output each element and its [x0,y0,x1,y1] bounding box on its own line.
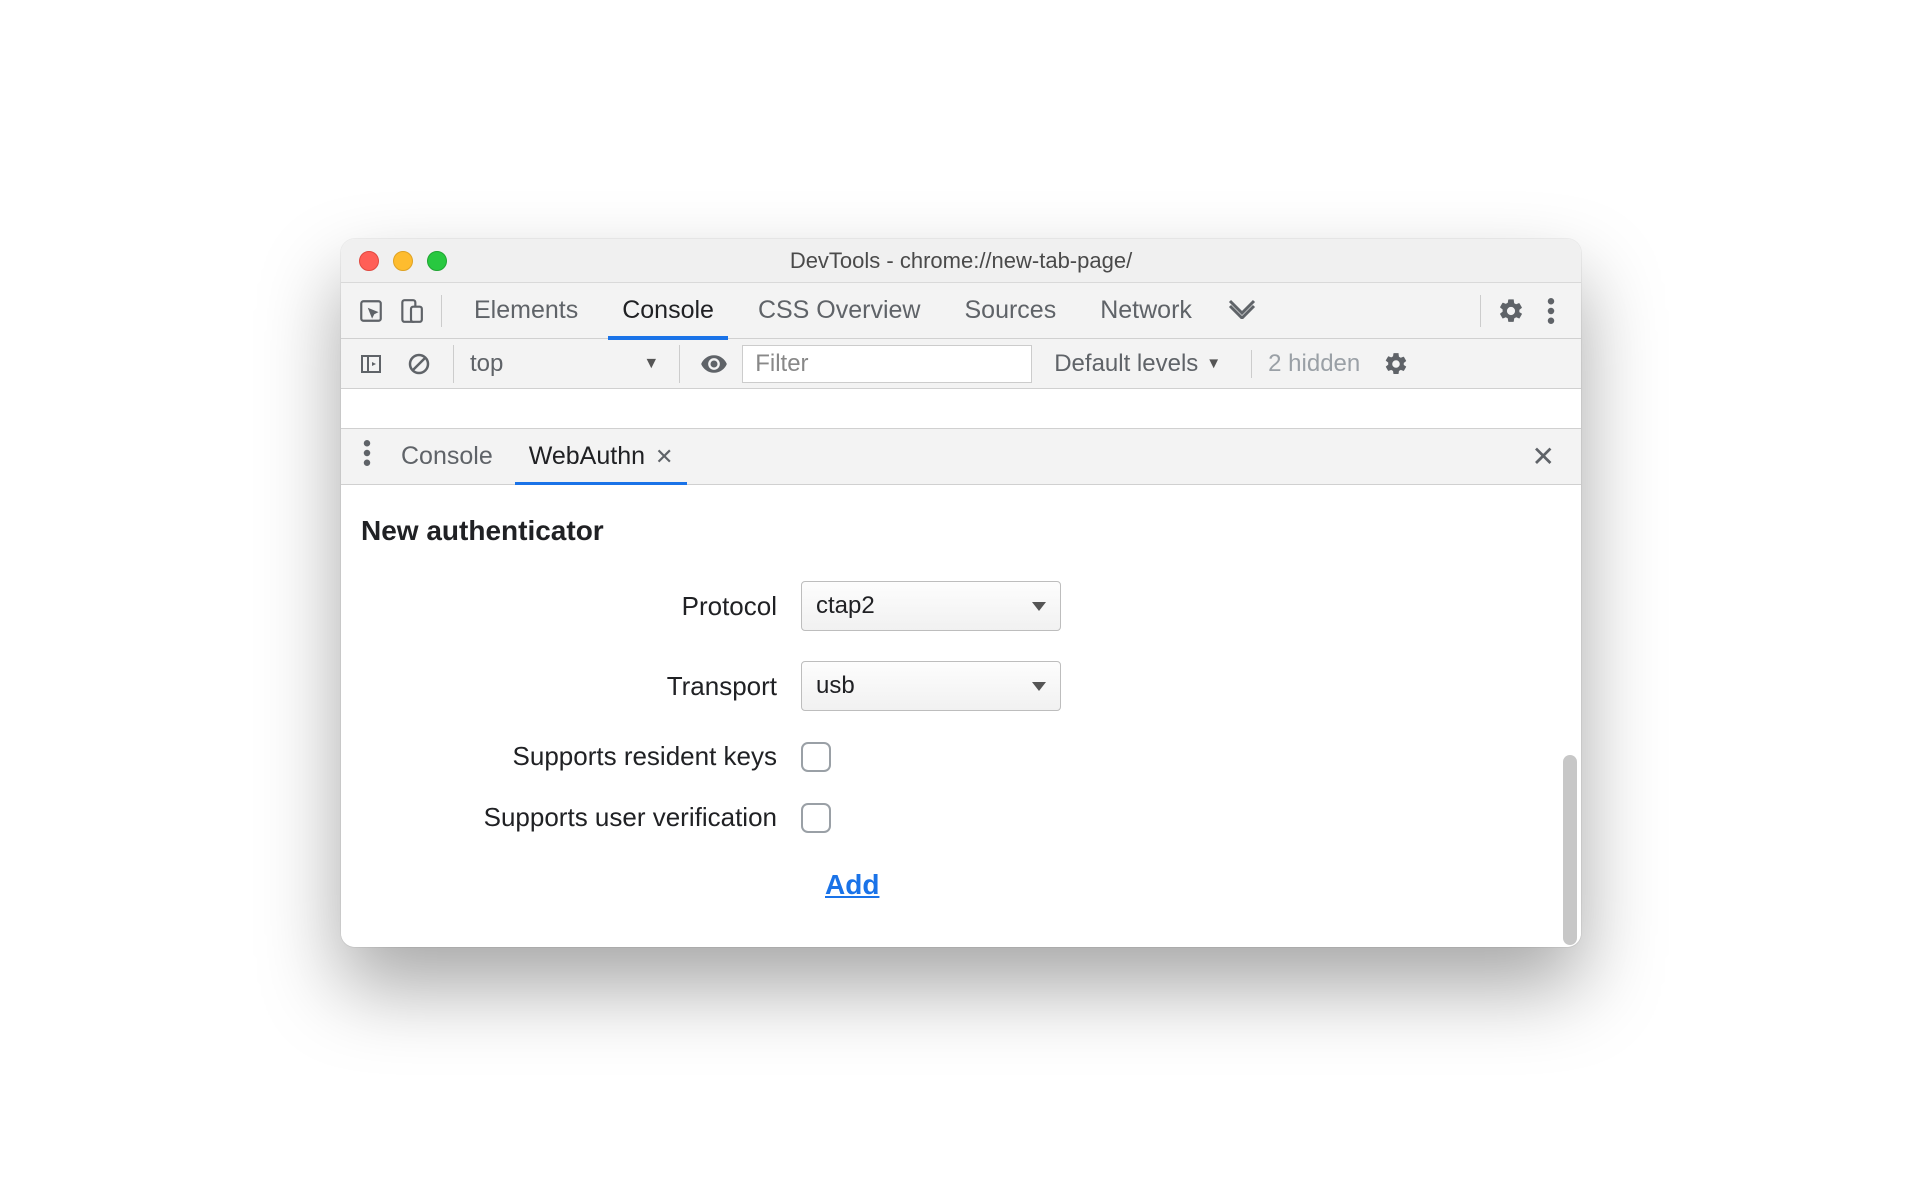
chevron-down-icon [1032,682,1046,691]
add-button[interactable]: Add [821,863,883,907]
panel-heading: New authenticator [361,515,1581,547]
log-levels-selector[interactable]: Default levels ▼ [1040,350,1235,378]
customize-menu-icon[interactable] [1531,291,1571,331]
live-expression-icon[interactable] [694,344,734,384]
window-controls [341,251,447,271]
main-tabs: Elements Console CSS Overview Sources Ne… [452,283,1214,339]
user-verification-checkbox[interactable] [801,803,831,833]
tab-sources[interactable]: Sources [943,283,1079,339]
tab-console[interactable]: Console [600,283,736,339]
tab-elements[interactable]: Elements [452,283,600,339]
close-drawer-icon[interactable]: ✕ [1516,440,1571,473]
resident-keys-label: Supports resident keys [361,741,801,772]
clear-console-icon[interactable] [399,344,439,384]
drawer-toolbar: Console WebAuthn ✕ ✕ [341,429,1581,485]
drawer-menu-icon[interactable] [351,440,383,473]
transport-select[interactable]: usb [801,661,1061,711]
webauthn-panel: New authenticator Protocol ctap2 Transpo… [341,485,1581,947]
chevron-down-icon: ▼ [1206,355,1221,372]
drawer-tab-label: Console [401,442,493,471]
drawer-tab-label: WebAuthn [529,442,645,471]
resident-keys-checkbox[interactable] [801,742,831,772]
close-tab-icon[interactable]: ✕ [655,444,673,470]
chevron-down-icon: ▼ [643,355,659,373]
device-toolbar-icon[interactable] [391,291,431,331]
context-selector[interactable]: top ▼ [453,345,680,383]
settings-icon[interactable] [1491,291,1531,331]
console-settings-icon[interactable] [1376,344,1416,384]
log-levels-label: Default levels [1054,350,1198,378]
separator [441,295,442,327]
drawer-tab-webauthn[interactable]: WebAuthn ✕ [511,429,692,485]
inspect-element-icon[interactable] [351,291,391,331]
more-tabs-button[interactable] [1214,295,1270,326]
minimize-window-button[interactable] [393,251,413,271]
chevron-down-icon [1032,602,1046,611]
titlebar: DevTools - chrome://new-tab-page/ [341,239,1581,283]
main-toolbar: Elements Console CSS Overview Sources Ne… [341,283,1581,339]
separator [1480,295,1481,327]
tab-network[interactable]: Network [1078,283,1214,339]
window-title: DevTools - chrome://new-tab-page/ [341,248,1581,274]
protocol-select[interactable]: ctap2 [801,581,1061,631]
hidden-messages-count[interactable]: 2 hidden [1251,350,1368,378]
context-label: top [470,350,503,378]
protocol-label: Protocol [361,591,801,622]
tab-css-overview[interactable]: CSS Overview [736,283,943,339]
devtools-window: DevTools - chrome://new-tab-page/ Elemen… [341,239,1581,947]
authenticator-form: Protocol ctap2 Transport usb Supports re… [361,581,1081,907]
filter-input[interactable] [742,345,1032,383]
console-toolbar: top ▼ Default levels ▼ 2 hidden [341,339,1581,389]
maximize-window-button[interactable] [427,251,447,271]
console-output-area [341,389,1581,429]
transport-value: usb [816,672,855,700]
console-sidebar-toggle-icon[interactable] [351,344,391,384]
transport-label: Transport [361,671,801,702]
close-window-button[interactable] [359,251,379,271]
protocol-value: ctap2 [816,592,875,620]
scrollbar-thumb[interactable] [1563,755,1577,945]
user-verification-label: Supports user verification [361,802,801,833]
drawer-tab-console[interactable]: Console [383,429,511,485]
